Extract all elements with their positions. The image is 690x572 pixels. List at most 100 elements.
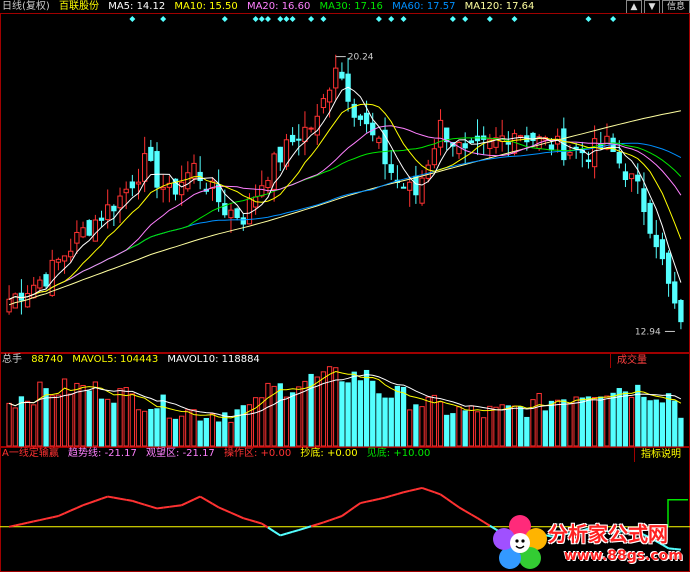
indicator-segment [230, 511, 238, 517]
volume-bar [283, 396, 290, 447]
indicator-segment [273, 530, 281, 537]
volume-bar [24, 400, 31, 447]
indicator-segment [335, 515, 343, 520]
indicator-segment [156, 506, 164, 510]
volume-bar [400, 386, 407, 447]
volume-bar [228, 421, 234, 447]
volume-bar [499, 404, 505, 447]
indicator-segment [187, 498, 195, 504]
volume-bar [370, 380, 376, 447]
candle-body [462, 143, 468, 149]
candle-body [511, 133, 518, 154]
candle-body [573, 146, 579, 149]
indicator-segment [390, 493, 398, 497]
signal-diamond [320, 16, 327, 22]
indicator-segment [434, 491, 441, 496]
indicator-segment [205, 499, 213, 505]
volume-bar [117, 388, 123, 447]
volume-bar [43, 388, 49, 447]
indicator-segment [427, 489, 435, 494]
candle-body [641, 188, 647, 213]
volume-bar [419, 406, 425, 447]
signal-diamond [585, 16, 592, 22]
signal-diamond [462, 16, 469, 22]
indicator-segment [329, 517, 337, 522]
indicator-segment [267, 526, 275, 533]
indicator-segment [211, 502, 220, 509]
volume-bar [413, 404, 419, 447]
candle-body [160, 186, 166, 190]
watermark-logo: 分析家公式网 www.88gs.com [490, 512, 690, 572]
signal-diamond [375, 16, 382, 22]
volume-bar [567, 402, 573, 447]
ma-line-ma60 [8, 142, 682, 300]
candle-body [431, 148, 438, 166]
volume-bar [444, 414, 450, 447]
volume-bar [450, 413, 456, 447]
volume-bar [345, 382, 351, 447]
volume-bar [579, 397, 585, 447]
signal-diamond [400, 16, 407, 22]
candle-body [142, 153, 148, 182]
signal-diamond [283, 16, 290, 22]
volume-bar [561, 399, 567, 447]
candle-body [246, 198, 253, 225]
signal-diamond [388, 16, 395, 22]
volume-bar [111, 402, 117, 447]
volume-bar [185, 409, 191, 447]
volume-bar [351, 371, 357, 447]
volume-bar [665, 393, 672, 447]
volume-bar [394, 385, 401, 447]
candle-body [135, 181, 142, 185]
signal-diamond [289, 16, 296, 22]
candle-body [289, 134, 296, 143]
volume-bar [518, 406, 524, 447]
candle-body [616, 151, 622, 164]
volume-bar [215, 421, 222, 447]
volume-bar [314, 376, 320, 447]
candle-body [407, 181, 413, 191]
candle-body [425, 164, 431, 179]
volume-bar [339, 381, 345, 447]
volume-bar [326, 366, 333, 447]
indicator-segment [95, 497, 102, 502]
indicator-segment [341, 510, 349, 517]
candle-body [6, 298, 12, 313]
volume-bar [425, 396, 431, 447]
volume-bar [55, 394, 62, 447]
volume-bar [259, 397, 265, 447]
candle-body [105, 204, 111, 221]
indicator-segment [39, 517, 47, 522]
indicator-segment [144, 503, 152, 508]
indicator-segment [243, 517, 250, 521]
candle-body [80, 227, 86, 238]
candle-body [185, 172, 191, 190]
candle-body [129, 181, 136, 189]
candle-body [43, 274, 49, 287]
volume-bar [12, 407, 18, 447]
volume-bar [160, 394, 166, 447]
candle-body [468, 140, 475, 144]
signal-diamond [308, 16, 315, 22]
volume-bar [6, 402, 12, 447]
candle-body [647, 202, 653, 234]
volume-bar [98, 398, 105, 447]
volume-bar [672, 400, 678, 447]
volume-bar [142, 410, 148, 447]
indicator-segment [446, 497, 454, 504]
volume-bar [604, 395, 610, 447]
volume-bar [456, 406, 462, 447]
signal-diamond [258, 16, 265, 22]
candle-body [259, 185, 265, 197]
indicator-segment [280, 532, 287, 537]
candle-body [665, 252, 672, 284]
indicator-segment [353, 502, 361, 509]
volume-bar [376, 393, 382, 447]
indicator-segment [15, 523, 22, 527]
candle-body [240, 217, 246, 225]
candle-body [659, 239, 666, 260]
indicator-segment [415, 486, 423, 491]
candle-body [92, 219, 99, 242]
indicator-segment [82, 502, 90, 507]
candle-body [320, 98, 327, 109]
